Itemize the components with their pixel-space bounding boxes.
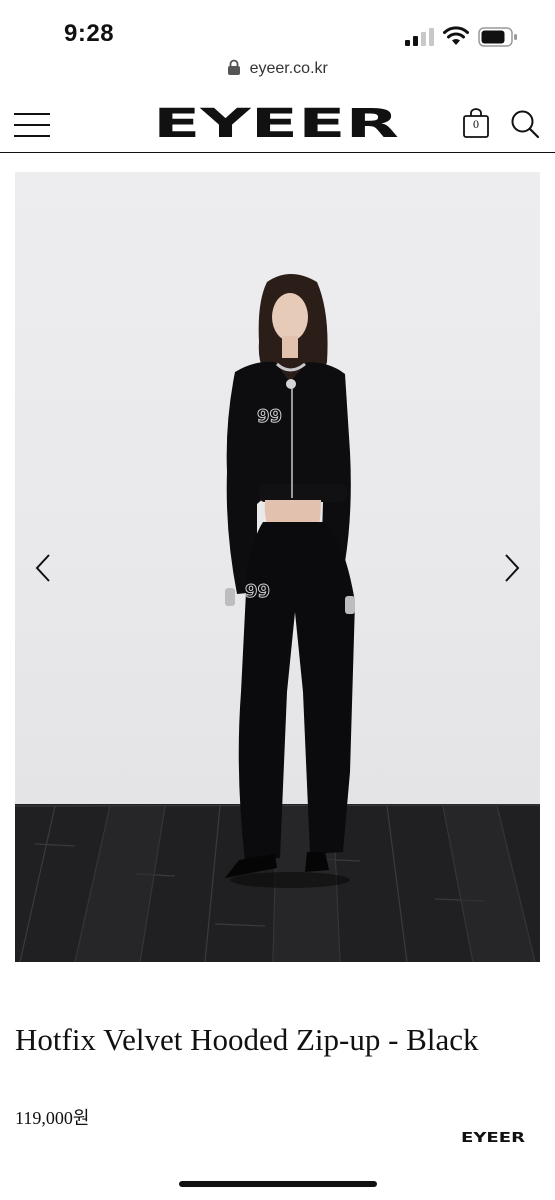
lock-icon: [228, 59, 241, 75]
product-image[interactable]: 99 99: [15, 172, 540, 962]
url-text: eyeer.co.kr: [249, 60, 328, 77]
svg-text:EYEER: EYEER: [153, 104, 399, 140]
cart-count: 0: [473, 117, 479, 131]
svg-text:EYEER: EYEER: [461, 1131, 525, 1144]
hamburger-menu-icon[interactable]: [14, 111, 50, 137]
product-price: 119,000원: [15, 1108, 90, 1128]
search-icon[interactable]: [510, 109, 540, 139]
model-figure: 99 99: [225, 274, 355, 888]
home-indicator[interactable]: [179, 1181, 377, 1187]
shopping-bag-button[interactable]: 0: [462, 108, 490, 138]
battery-icon: [478, 27, 517, 47]
eyeer-logo[interactable]: EYEER: [152, 104, 400, 140]
svg-text:99: 99: [245, 581, 270, 602]
status-bar: 9:28: [0, 0, 555, 62]
address-bar[interactable]: eyeer.co.kr: [0, 59, 555, 90]
cellular-signal-icon: [405, 28, 434, 46]
footer-brand-logo: EYEER: [461, 1131, 525, 1144]
chevron-right-icon[interactable]: [500, 552, 522, 584]
status-time: 9:28: [64, 20, 115, 47]
svg-text:99: 99: [257, 406, 282, 427]
site-header: EYEER 0: [0, 94, 555, 153]
chevron-left-icon[interactable]: [33, 552, 55, 584]
wifi-icon: [443, 26, 469, 45]
product-title: Hotfix Velvet Hooded Zip-up - Black: [15, 1022, 479, 1057]
